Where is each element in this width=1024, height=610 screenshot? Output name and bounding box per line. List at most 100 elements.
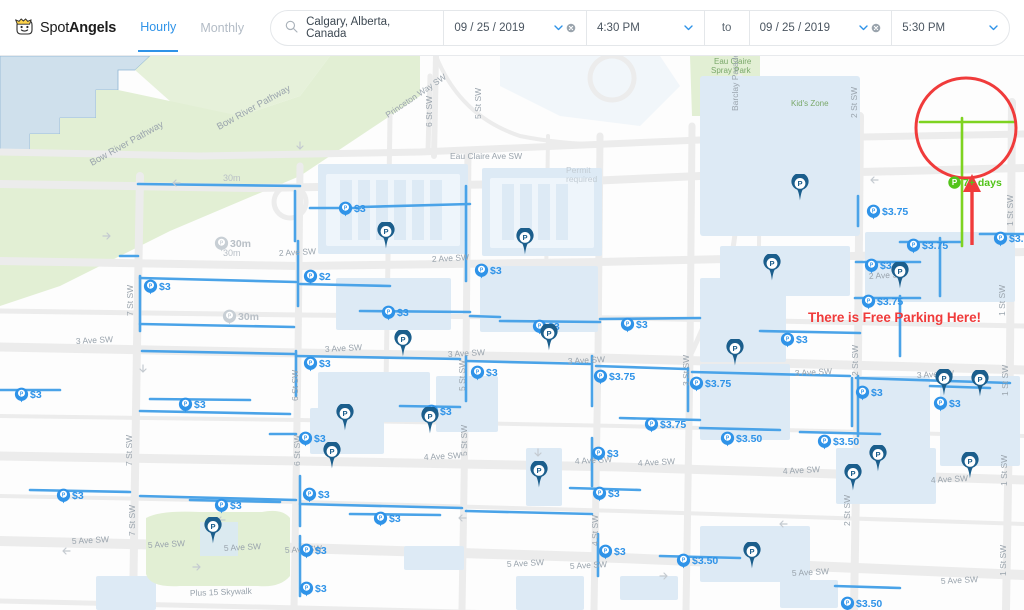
parking-lot-pin[interactable]: P: [203, 515, 223, 549]
parking-price-marker[interactable]: P$3: [178, 397, 206, 413]
free-parking-marker[interactable]: P 7+ days: [948, 176, 1002, 189]
parking-price-label: $3: [72, 490, 84, 502]
map-street-label: 3 Ave SW: [76, 334, 114, 346]
parking-price-marker[interactable]: P$3: [299, 581, 327, 597]
parking-price-label: $3: [397, 307, 409, 319]
parking-price-marker[interactable]: P $2: [303, 269, 331, 285]
brand-logo[interactable]: SpotAngels: [14, 18, 116, 37]
parking-price-marker[interactable]: P$3: [299, 543, 327, 559]
svg-text:P: P: [941, 374, 946, 383]
map-street-label: 5 Ave SW: [507, 557, 545, 569]
parking-meter-icon: P: [620, 317, 635, 333]
parking-lot-pin[interactable]: P: [335, 402, 355, 436]
spotangels-face-logo-icon: [14, 18, 35, 37]
start-date-controls[interactable]: [553, 22, 576, 33]
parking-price-marker[interactable]: P$3: [470, 365, 498, 381]
parking-price-marker[interactable]: P$3: [592, 486, 620, 502]
parking-price-label: $3.75: [660, 419, 687, 431]
parking-meter-icon: P: [302, 487, 317, 503]
parking-price-marker[interactable]: P$3.75: [689, 376, 731, 392]
parking-price-marker[interactable]: P$3: [855, 385, 883, 401]
parking-pin-icon: P: [743, 540, 761, 569]
parking-price-marker[interactable]: P $3.50: [840, 596, 882, 610]
parking-lot-pin[interactable]: P: [934, 367, 954, 401]
parking-price-marker[interactable]: P$3: [302, 487, 330, 503]
parking-meter-icon: P: [14, 387, 29, 403]
parking-price-label: $3: [319, 358, 331, 370]
end-date-field[interactable]: 09 / 25 / 2019: [750, 11, 892, 45]
parking-lot-pin[interactable]: P: [762, 252, 782, 286]
parking-lot-pin[interactable]: P: [868, 443, 888, 477]
map-street-label: 5 Ave SW: [72, 534, 110, 546]
tab-monthly[interactable]: Monthly: [198, 4, 246, 51]
svg-text:P: P: [977, 375, 982, 384]
parking-price-marker[interactable]: P$3: [591, 446, 619, 462]
parking-lot-pin[interactable]: P: [970, 368, 990, 402]
parking-price-marker[interactable]: P$3: [381, 305, 409, 321]
parking-pin-icon: P: [516, 226, 534, 255]
parking-price-marker[interactable]: P$3.75: [644, 417, 686, 433]
parking-price-marker[interactable]: P$3: [474, 263, 502, 279]
parking-price-label: $3: [636, 319, 648, 331]
parking-price-marker[interactable]: P$3.75: [593, 369, 635, 385]
search-input[interactable]: Calgary, Alberta, Canada: [271, 11, 443, 45]
map-base-layer: Bow River PathwayBow River Pathway Prince…: [0, 56, 1024, 610]
parking-price-marker[interactable]: P$3: [303, 356, 331, 372]
parking-lot-pin[interactable]: P: [376, 220, 396, 254]
clear-circle-icon[interactable]: [566, 23, 576, 33]
parking-lot-pin[interactable]: P: [843, 462, 863, 496]
parking-price-marker[interactable]: P$3.75: [866, 204, 908, 220]
parking-price-marker[interactable]: P$3.75: [861, 294, 903, 310]
parking-price-label: $3.50: [692, 555, 719, 567]
parking-lot-pin[interactable]: P: [960, 450, 980, 484]
chevron-down-icon[interactable]: [553, 22, 564, 33]
chevron-down-icon[interactable]: [858, 22, 869, 33]
parking-price-marker[interactable]: P$3: [598, 544, 626, 560]
parking-lot-pin[interactable]: P: [393, 328, 413, 362]
end-time-field[interactable]: 5:30 PM: [892, 11, 1009, 45]
parking-price-marker[interactable]: P$3.75: [993, 231, 1024, 247]
start-date-field[interactable]: 09 / 25 / 2019: [444, 11, 586, 45]
parking-lot-pin[interactable]: P: [890, 260, 910, 294]
parking-price-marker[interactable]: P$3: [143, 279, 171, 295]
parking-distance-marker[interactable]: P 30m: [214, 236, 251, 252]
parking-price-marker[interactable]: P$3: [780, 332, 808, 348]
parking-meter-icon: P: [298, 431, 313, 447]
clear-circle-icon[interactable]: [871, 23, 881, 33]
parking-meter-icon: P: [373, 511, 388, 527]
parking-lot-pin[interactable]: P: [420, 405, 440, 439]
tab-hourly[interactable]: Hourly: [138, 3, 179, 52]
parking-price-marker[interactable]: P$3: [14, 387, 42, 403]
parking-pin-icon: P: [540, 322, 558, 351]
map-street-label: 1 St SW: [997, 285, 1007, 316]
parking-price-marker[interactable]: P $3.50: [817, 434, 859, 450]
map-canvas[interactable]: Bow River Pathway Bow River Pathway Prince…: [0, 56, 1024, 610]
parking-lot-pin[interactable]: P: [725, 337, 745, 371]
parking-price-marker[interactable]: P$3: [373, 511, 401, 527]
parking-price-label: $3: [354, 203, 366, 215]
parking-price-marker[interactable]: P $3.50: [676, 553, 718, 569]
parking-lot-pin[interactable]: P: [539, 322, 559, 356]
svg-text:P: P: [875, 450, 880, 459]
end-date-controls[interactable]: [858, 22, 881, 33]
start-time-field[interactable]: 4:30 PM: [587, 11, 704, 45]
parking-lot-pin[interactable]: P: [322, 440, 342, 474]
parking-price-label: $3: [871, 387, 883, 399]
parking-price-marker[interactable]: P$3: [620, 317, 648, 333]
parking-lot-pin[interactable]: P: [742, 540, 762, 574]
parking-price-marker[interactable]: P $3.50: [720, 431, 762, 447]
map-street-label: 3 Ave SW: [448, 347, 486, 359]
parking-lot-pin[interactable]: P: [515, 226, 535, 260]
parking-distance-marker[interactable]: P 30m: [222, 309, 259, 325]
map-street-label: 6 St SW: [290, 370, 300, 401]
parking-lot-pin[interactable]: P: [790, 172, 810, 206]
chevron-down-icon[interactable]: [988, 22, 999, 33]
chevron-down-icon[interactable]: [683, 22, 694, 33]
parking-price-marker[interactable]: P$3.75: [906, 238, 948, 254]
parking-price-marker[interactable]: P$3: [338, 201, 366, 217]
parking-price-marker[interactable]: P$3: [214, 498, 242, 514]
parking-pin-icon: P: [961, 450, 979, 479]
map-street-label: 5 Ave SW: [148, 538, 186, 550]
parking-price-marker[interactable]: P$3: [56, 488, 84, 504]
parking-lot-pin[interactable]: P: [529, 459, 549, 493]
